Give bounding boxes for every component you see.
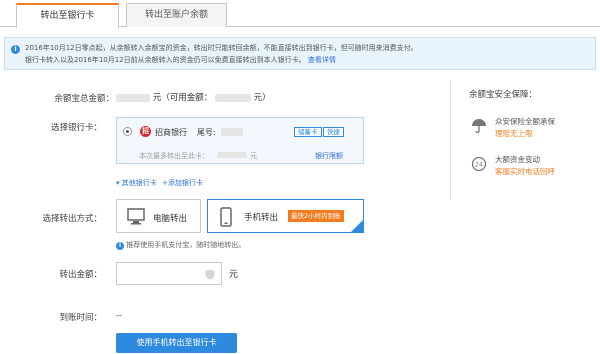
submit-button[interactable]: 使用手机转出至银行卡 xyxy=(116,333,237,353)
amount-unit: 元 xyxy=(229,270,239,280)
amount-label: 转出金额： xyxy=(59,270,102,280)
card-radio[interactable] xyxy=(123,127,132,136)
quick-pay-tag: 快捷 xyxy=(323,127,344,137)
tab-to-account-balance[interactable]: 转出至账户余额 xyxy=(126,3,227,27)
notice-line-2-text: 银行卡转入以及2016年10月12日前从余额转入的资金仍可以免费直接转出到本人银… xyxy=(25,56,306,64)
safety-panel: 余额宝安全保障： 众安保险全额承保 理赔无上限 24 大额资金变动 客服实时电话… xyxy=(450,80,600,200)
method-mobile-option[interactable]: 手机转出 最快2小时内到账 xyxy=(207,199,364,233)
arrival-label: 到账时间： xyxy=(59,313,102,323)
add-card-link[interactable]: 添加银行卡 xyxy=(168,179,203,187)
svg-text:24: 24 xyxy=(475,162,483,169)
bank-name: 招商银行 xyxy=(155,128,187,137)
safety-item-2-line1: 大额资金变动 xyxy=(495,155,540,164)
fast-arrival-badge: 最快2小时内到账 xyxy=(288,210,344,222)
withdraw-page: 转出至银行卡 转出至账户余额 i 2016年10月12日零点起，从余额转入余额宝… xyxy=(0,0,600,354)
balance-unit-text: 元（可用金额： xyxy=(152,93,213,103)
card-select-label: 选择银行卡： xyxy=(50,123,102,133)
info-icon: i xyxy=(116,242,124,250)
phone-24h-icon: 24 xyxy=(471,156,487,172)
safety-item-2-line2: 客服实时电话回呼 xyxy=(495,167,555,176)
selected-check-icon xyxy=(351,220,363,232)
tab-bar: 转出至银行卡 转出至账户余额 xyxy=(0,0,600,28)
safety-item-1-line1: 众安保险全额承保 xyxy=(495,117,555,126)
available-amount-masked xyxy=(214,93,251,102)
notice-line-2: 银行卡转入以及2016年10月12日前从余额转入的资金仍可以免费直接转出到本人银… xyxy=(25,54,589,66)
notice-line-1: 2016年10月12日零点起，从余额转入余额宝的资金，转出时只能转回余额，不能直… xyxy=(25,44,418,52)
method-label: 选择转出方式： xyxy=(42,214,102,224)
safety-title: 余额宝安全保障： xyxy=(469,90,538,100)
card-links: ▾ 其他银行卡 +添加银行卡 xyxy=(116,178,203,188)
bank-limit-link[interactable]: 银行限额 xyxy=(315,151,343,161)
debit-card-tag: 储蓄卡 xyxy=(294,127,322,137)
method-pc-option[interactable]: 电脑转出 xyxy=(116,199,201,233)
card-tail-masked xyxy=(221,128,243,136)
balance-amount-masked xyxy=(116,93,150,102)
cmb-bank-logo-icon: 招 xyxy=(140,126,151,137)
method-hint-text: 推荐使用手机支付宝，随时随地转出。 xyxy=(126,241,246,249)
bank-card-option[interactable]: 招 招商银行 尾号: 储蓄卡 快捷 本次最多转出至此卡： 元 银行限额 xyxy=(116,117,364,164)
mobile-phone-icon xyxy=(220,207,232,227)
amount-input[interactable] xyxy=(116,262,222,285)
notice-banner: i 2016年10月12日零点起，从余额转入余额宝的资金，转出时只能转回余额，不… xyxy=(4,37,596,70)
shield-icon xyxy=(205,269,215,280)
method-mobile-label: 手机转出 xyxy=(244,213,279,223)
card-tail-label: 尾号: xyxy=(197,128,216,137)
notice-details-link[interactable]: 查看详情 xyxy=(308,56,336,64)
computer-icon xyxy=(127,208,145,225)
chevron-down-icon: ▾ xyxy=(116,179,120,187)
safety-item-1-line2: 理赔无上限 xyxy=(495,129,533,138)
balance-label: 余额宝总金额： xyxy=(54,94,114,104)
tab-to-bank-card[interactable]: 转出至银行卡 xyxy=(16,3,119,28)
max-unit: 元 xyxy=(250,152,257,160)
method-pc-label: 电脑转出 xyxy=(153,214,188,224)
info-icon: i xyxy=(11,45,20,54)
umbrella-icon xyxy=(472,119,486,134)
balance-unit-text-2: 元） xyxy=(253,93,271,103)
balance-value: 元（可用金额： 元） xyxy=(116,91,271,103)
max-amount-masked xyxy=(217,152,247,158)
other-cards-link[interactable]: 其他银行卡 xyxy=(122,179,157,187)
method-hint: i 推荐使用手机支付宝，随时随地转出。 xyxy=(116,240,245,250)
arrival-value: -- xyxy=(116,311,122,320)
max-transfer-text: 本次最多转出至此卡： xyxy=(139,152,209,160)
